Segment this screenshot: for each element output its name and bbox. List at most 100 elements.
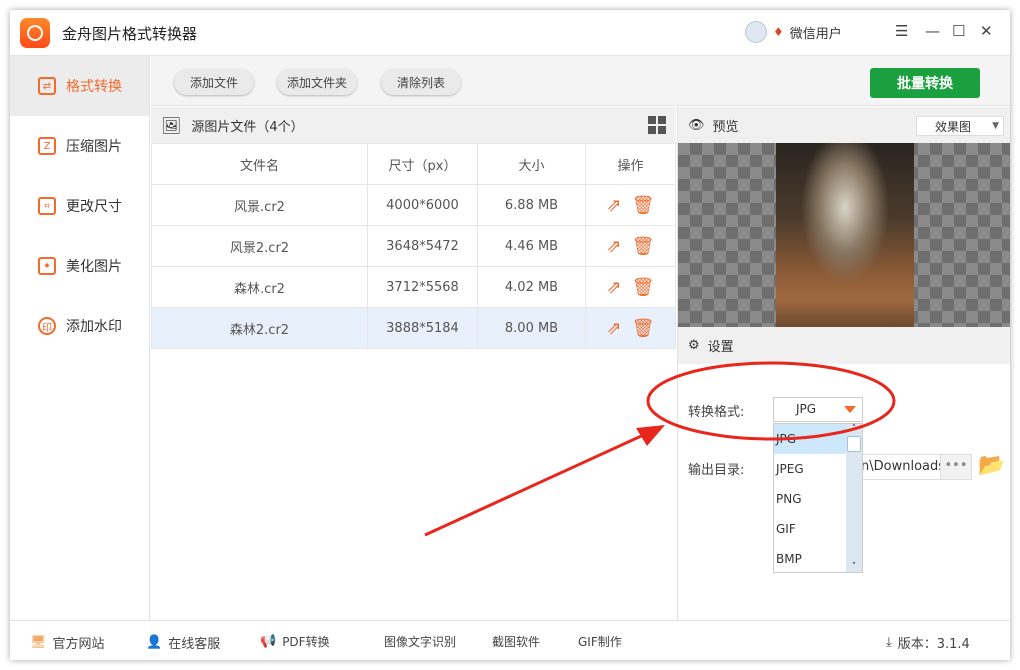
support-label: 在线客服 [168, 637, 221, 652]
format-option[interactable]: BMP [774, 544, 846, 574]
grid-view-icon[interactable] [648, 116, 666, 134]
app-window: 金舟图片格式转换器 ♦ 微信用户 ☰ — ☐ ✕ ⇄ 格式转换 Z 压缩图片 ⌗ 更改… [10, 10, 1010, 660]
trash-icon[interactable]: 🗑 [632, 236, 655, 257]
pdf-convert-link[interactable]: 📢 PDF转换 [260, 633, 330, 650]
right-panel: 👁 预览 效果图 ▼ ⚙ 设置 转换格式: JPG 输出目录: n\Downloa… [677, 107, 1010, 620]
trash-icon[interactable]: 🗑 [632, 318, 655, 339]
format-value: JPG [796, 402, 817, 416]
settings-header: ⚙ 设置 [678, 327, 1010, 364]
sidebar-item-label: 压缩图片 [66, 139, 122, 155]
app-title: 金舟图片格式转换器 [62, 25, 198, 43]
trash-icon[interactable]: 🗑 [632, 195, 655, 216]
beautify-icon: ✦ [38, 257, 56, 275]
app-logo-icon [20, 18, 50, 48]
close-button[interactable]: ✕ [980, 22, 993, 40]
dropdown-scrollbar[interactable]: ˄ ˅ [846, 424, 862, 572]
scroll-up-icon[interactable]: ˄ [846, 424, 862, 434]
convert-icon: ⇄ [38, 77, 56, 95]
add-file-button[interactable]: 添加文件 [174, 69, 254, 95]
download-icon: ⤓ [886, 635, 892, 650]
table-row[interactable]: 森林2.cr2 3888*5184 8.00 MB ⇗ 🗑 [151, 307, 676, 349]
file-size: 8.00 MB [477, 307, 586, 349]
open-external-icon[interactable]: ⇗ [607, 277, 622, 298]
ocr-link[interactable]: 图像文字识别 [384, 633, 456, 650]
user-account[interactable]: ♦ 微信用户 [745, 21, 842, 43]
file-name: 森林.cr2 [151, 266, 368, 308]
chevron-down-icon: ▼ [992, 121, 999, 131]
browse-button[interactable]: ••• [940, 454, 972, 480]
preview-header: 👁 预览 效果图 ▼ [678, 107, 1010, 143]
avatar [745, 21, 767, 43]
file-name: 风景.cr2 [151, 184, 368, 226]
title-bar: 金舟图片格式转换器 ♦ 微信用户 ☰ — ☐ ✕ [10, 10, 1010, 56]
version-info[interactable]: ⤓ 版本：3.1.4 [886, 633, 970, 652]
sidebar-item-resize[interactable]: ⌗ 更改尺寸 [10, 176, 149, 236]
menu-icon[interactable]: ☰ [895, 22, 908, 40]
eye-icon: 👁 [688, 117, 705, 133]
megaphone-icon: 📢 [260, 634, 277, 649]
sidebar-item-label: 添加水印 [66, 319, 122, 335]
sidebar-item-watermark[interactable]: 印添加水印 [10, 296, 149, 356]
sidebar-item-label: 美化图片 [66, 259, 122, 275]
gif-link[interactable]: GIF制作 [578, 633, 622, 650]
clear-list-button[interactable]: 清除列表 [381, 69, 461, 95]
format-option[interactable]: PNG [774, 484, 846, 514]
file-dimensions: 4000*6000 [367, 184, 478, 226]
user-name: 微信用户 [789, 26, 842, 42]
watermark-icon: 印 [38, 317, 56, 335]
website-label: 官方网站 [52, 637, 105, 652]
table-header: 文件名 尺寸（px） 大小 操作 [151, 143, 676, 185]
maximize-button[interactable]: ☐ [952, 22, 965, 40]
scroll-down-icon[interactable]: ˅ [846, 562, 862, 572]
table-row[interactable]: 风景.cr2 4000*6000 6.88 MB ⇗ 🗑 [151, 184, 676, 226]
output-label: 输出目录: [688, 463, 745, 478]
column-header: 大小 [477, 143, 586, 185]
open-external-icon[interactable]: ⇗ [607, 318, 622, 339]
link-label: PDF转换 [282, 635, 330, 649]
minimize-button[interactable]: — [925, 22, 940, 40]
preview-mode-select[interactable]: 效果图 ▼ [916, 116, 1004, 136]
format-label: 转换格式: [688, 405, 745, 420]
toolbar: 添加文件 添加文件夹 清除列表 批量转换 [151, 56, 1010, 106]
folder-open-icon[interactable]: 📂 [978, 453, 1005, 478]
image-icon: 🖼 [161, 115, 182, 135]
file-dimensions: 3648*5472 [367, 225, 478, 267]
file-size: 6.88 MB [477, 184, 586, 226]
file-size: 4.02 MB [477, 266, 586, 308]
sidebar-item-beautify[interactable]: ✦ 美化图片 [10, 236, 149, 296]
version-label: 版本：3.1.4 [897, 637, 970, 652]
file-name: 风景2.cr2 [151, 225, 368, 267]
preview-title: 预览 [712, 119, 739, 135]
screenshot-link[interactable]: 截图软件 [492, 633, 540, 650]
sidebar-item-format-convert[interactable]: ⇄ 格式转换 [10, 56, 149, 116]
table-row[interactable]: 风景2.cr2 3648*5472 4.46 MB ⇗ 🗑 [151, 225, 676, 267]
add-folder-button[interactable]: 添加文件夹 [277, 69, 357, 95]
format-dropdown-list: JPG JPEG PNG GIF BMP ˄ ˅ [773, 423, 863, 573]
file-dimensions: 3712*5568 [367, 266, 478, 308]
gear-icon: ⚙ [688, 338, 700, 353]
column-header: 尺寸（px） [367, 143, 478, 185]
trash-icon[interactable]: 🗑 [632, 277, 655, 298]
format-option[interactable]: JPEG [774, 454, 846, 484]
sidebar-item-compress[interactable]: Z 压缩图片 [10, 116, 149, 176]
file-list-title: 源图片文件（4个） [191, 119, 304, 135]
format-option[interactable]: JPG [774, 424, 846, 454]
batch-convert-button[interactable]: 批量转换 [870, 68, 980, 98]
settings-title: 设置 [707, 340, 734, 355]
dropdown-arrow-icon [844, 406, 856, 413]
column-header: 操作 [585, 143, 676, 185]
preview-mode-value: 效果图 [935, 119, 972, 134]
file-size: 4.46 MB [477, 225, 586, 267]
sidebar: ⇄ 格式转换 Z 压缩图片 ⌗ 更改尺寸 ✦ 美化图片 印添加水印 [10, 56, 150, 620]
format-option[interactable]: GIF [774, 514, 846, 544]
website-link[interactable]: 🖥 官方网站 [30, 633, 105, 652]
support-link[interactable]: 👤 在线客服 [146, 633, 220, 652]
format-select[interactable]: JPG [773, 397, 863, 422]
open-external-icon[interactable]: ⇗ [607, 236, 622, 257]
footer: 🖥 官方网站 👤 在线客服 📢 PDF转换 图像文字识别 截图软件 GIF制作 ⤓ 版本… [10, 620, 1010, 660]
file-table: 文件名 尺寸（px） 大小 操作 风景.cr2 4000*6000 6.88 MB ⇗… [151, 143, 676, 349]
open-external-icon[interactable]: ⇗ [607, 195, 622, 216]
scrollbar-thumb[interactable] [847, 436, 861, 452]
table-row[interactable]: 森林.cr2 3712*5568 4.02 MB ⇗ 🗑 [151, 266, 676, 308]
vip-diamond-icon: ♦ [773, 25, 784, 39]
